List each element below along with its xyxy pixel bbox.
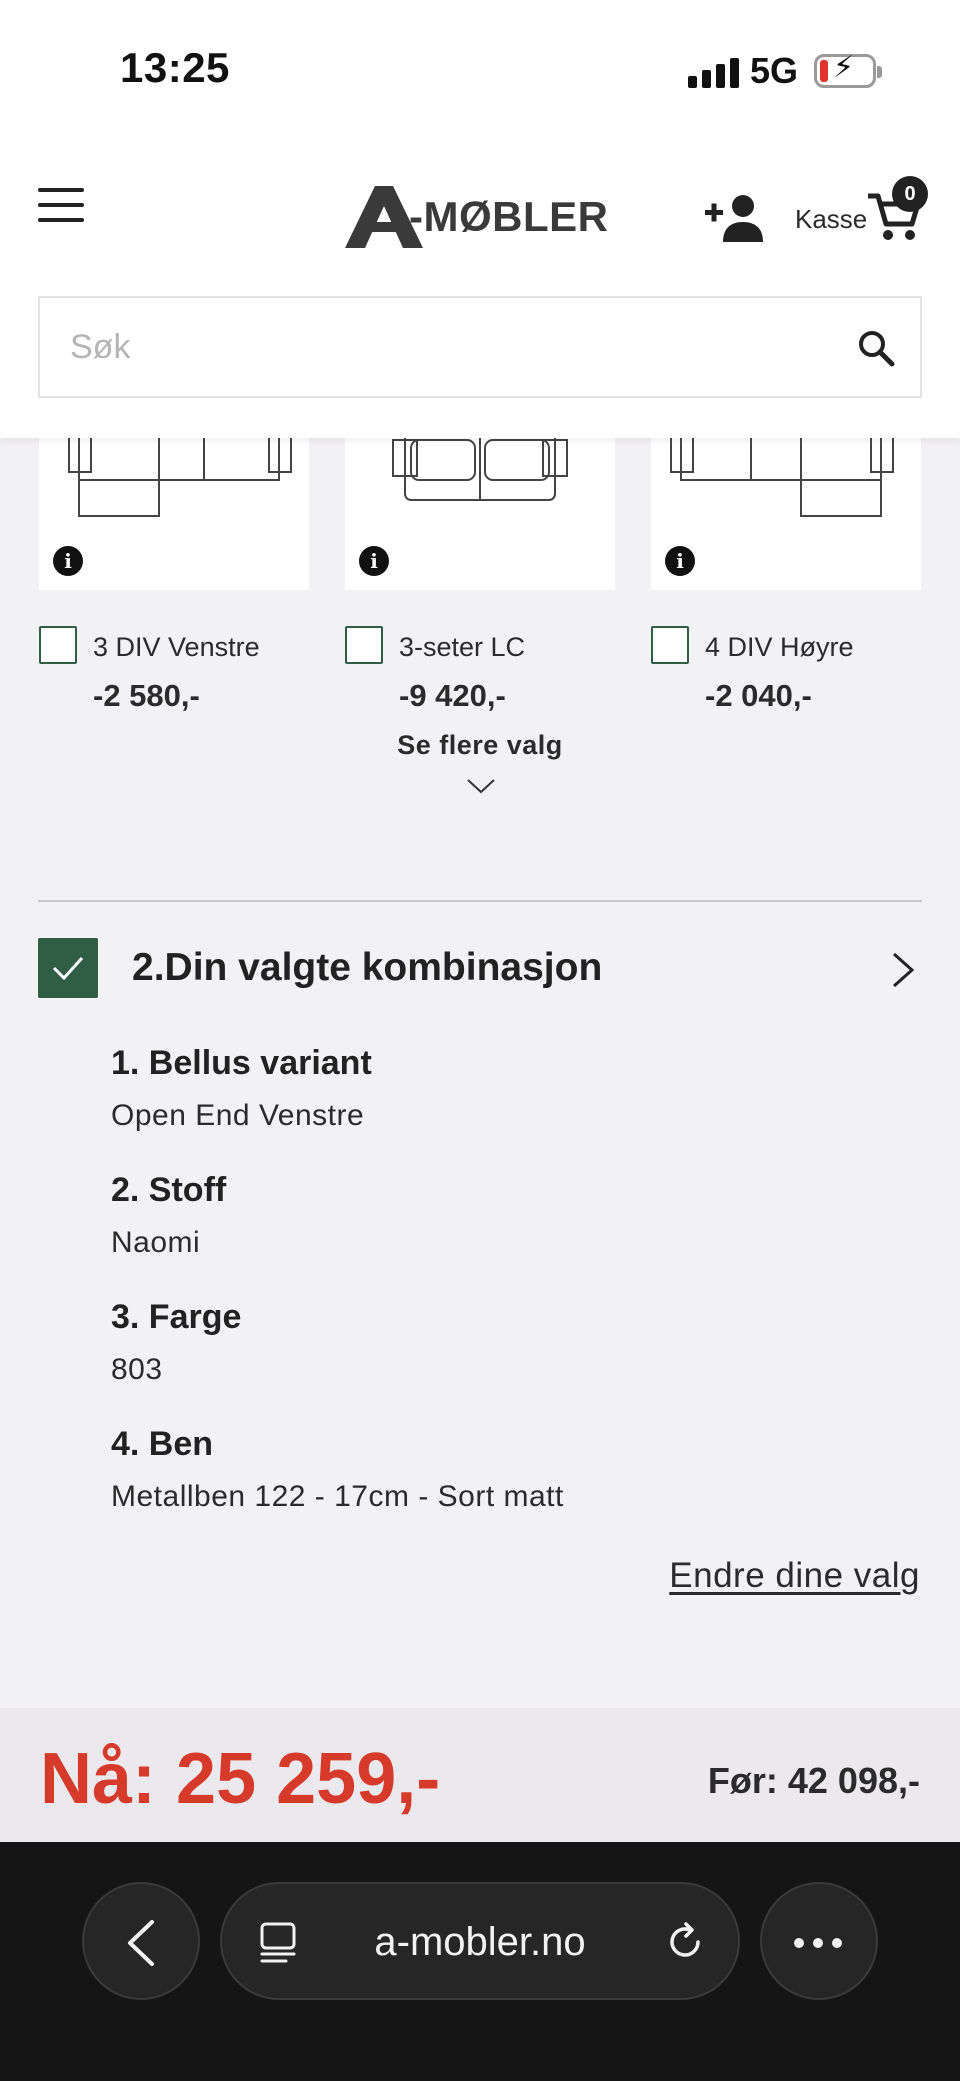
- combination-item-heading: 1. Bellus variant: [111, 1044, 372, 1082]
- url-text: a-mobler.no: [374, 1920, 586, 1964]
- reload-icon[interactable]: [664, 1920, 708, 1964]
- checkout-link[interactable]: Kasse: [795, 204, 867, 235]
- info-icon[interactable]: i: [53, 546, 83, 576]
- combination-item-value: Open End Venstre: [111, 1099, 365, 1132]
- status-time: 13:25: [120, 44, 230, 91]
- section-divider: [38, 900, 922, 902]
- chevron-left-icon: [128, 1920, 154, 1966]
- chevron-down-icon[interactable]: [466, 776, 496, 796]
- chevron-right-icon[interactable]: [890, 950, 916, 990]
- cart-count-badge: 0: [892, 176, 928, 212]
- site-logo[interactable]: -MØBLER: [345, 184, 608, 250]
- info-icon[interactable]: i: [665, 546, 695, 576]
- option-checkbox[interactable]: [345, 626, 383, 664]
- previous-price: Før: 42 098,-: [707, 1760, 920, 1801]
- combination-item-value: Naomi: [111, 1226, 201, 1259]
- section-complete-checkbox[interactable]: [38, 938, 98, 998]
- more-options-button[interactable]: [760, 1882, 878, 2000]
- show-more-options-button[interactable]: Se flere valg: [380, 730, 580, 761]
- more-dots-icon: [794, 1938, 842, 1948]
- combination-item: 1. Bellus variant Open End Venstre: [111, 1044, 372, 1133]
- option-label: 4 DIV Høyre: [705, 632, 854, 662]
- info-icon[interactable]: i: [359, 546, 389, 576]
- price-bar: Nå: 25 259,- Før: 42 098,-: [0, 1708, 960, 1842]
- combination-item: 3. Farge 803: [111, 1298, 241, 1387]
- option-checkbox[interactable]: [39, 626, 77, 664]
- back-button[interactable]: [82, 1882, 200, 2000]
- logo-text: -MØBLER: [409, 193, 609, 240]
- combination-item-heading: 4. Ben: [111, 1425, 214, 1463]
- status-bar: 13:25 5G ⚡: [0, 0, 960, 140]
- option-label: 3 DIV Venstre: [93, 632, 260, 662]
- browser-toolbar: a-mobler.no: [0, 1842, 960, 2081]
- network-label: 5G: [750, 50, 799, 91]
- signal-icon: [688, 58, 739, 88]
- search-bar: [38, 296, 922, 398]
- option-price: -2 040,-: [705, 678, 812, 713]
- site-header: -MØBLER Kasse 0: [0, 140, 960, 438]
- search-icon[interactable]: [856, 328, 896, 368]
- hamburger-menu-icon[interactable]: [38, 188, 84, 222]
- edit-choices-link[interactable]: Endre dine valg: [669, 1556, 920, 1596]
- combination-item-value: 803: [111, 1353, 163, 1386]
- combination-item: 4. Ben Metallben 122 - 17cm - Sort matt: [111, 1425, 564, 1514]
- search-input[interactable]: [40, 298, 820, 396]
- option-label: 3-seter LC: [399, 632, 526, 662]
- add-user-icon[interactable]: [705, 192, 765, 244]
- current-price: Nå: 25 259,-: [40, 1739, 441, 1819]
- option-price: -2 580,-: [93, 678, 200, 713]
- section-title[interactable]: 2.Din valgte kombinasjon: [132, 946, 602, 990]
- combination-item-heading: 3. Farge: [111, 1298, 242, 1336]
- checkmark-icon: [52, 956, 84, 981]
- option-price: -9 420,-: [399, 678, 506, 713]
- combination-item: 2. Stoff Naomi: [111, 1171, 226, 1260]
- address-bar[interactable]: a-mobler.no: [220, 1882, 740, 2000]
- option-checkbox[interactable]: [651, 626, 689, 664]
- combination-item-heading: 2. Stoff: [111, 1171, 227, 1209]
- battery-icon: ⚡: [814, 53, 882, 88]
- combination-item-value: Metallben 122 - 17cm - Sort matt: [111, 1480, 564, 1513]
